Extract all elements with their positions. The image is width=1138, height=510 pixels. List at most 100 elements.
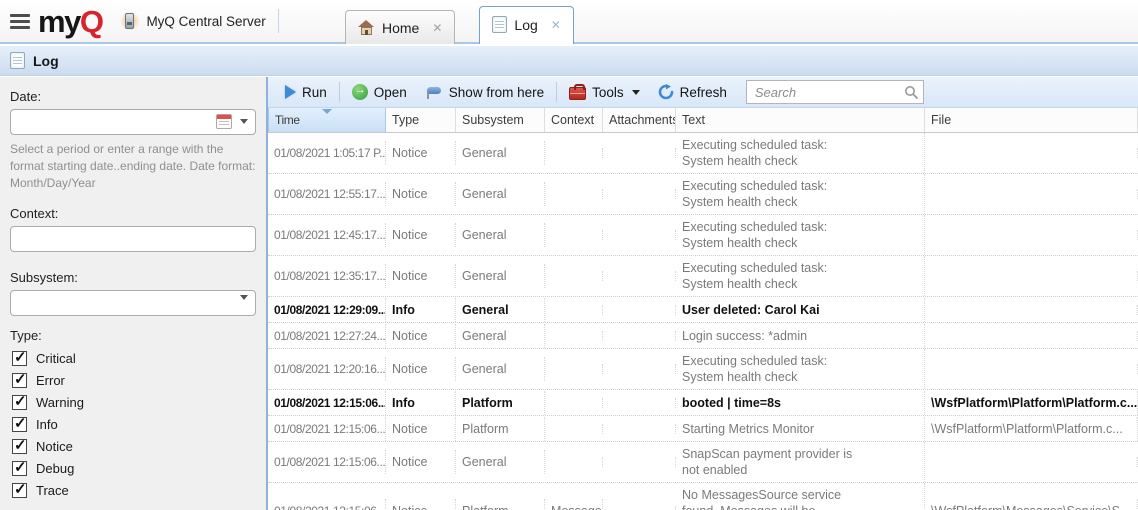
toolbar-separator <box>556 82 557 102</box>
log-row[interactable]: 01/08/2021 12:35:17...NoticeGeneral Execu… <box>268 256 1138 297</box>
cell-type: Notice <box>386 264 456 288</box>
hamburger-menu-icon[interactable] <box>10 14 30 29</box>
checkbox-icon[interactable] <box>12 395 27 410</box>
cell-text: Executing scheduled task: System health … <box>676 256 925 296</box>
log-row[interactable]: 01/08/2021 12:55:17...NoticeGeneralExecu… <box>268 174 1138 215</box>
cell-file: \WsfPlatform\Platform\Platform.c... <box>925 391 1138 415</box>
cell-file <box>925 148 1138 158</box>
context-input[interactable] <box>10 226 256 252</box>
refresh-icon <box>658 84 674 100</box>
column-header-attachments[interactable]: Attachments <box>603 108 676 132</box>
cell-subsystem: General <box>456 264 545 288</box>
cell-time: 01/08/2021 12:55:17... <box>268 182 386 206</box>
tab-home[interactable]: Home <box>345 10 455 44</box>
column-header-text[interactable]: Text <box>676 108 925 132</box>
checkbox-icon[interactable] <box>12 417 27 432</box>
cell-time: 01/08/2021 12:35:17... <box>268 264 386 288</box>
cell-time: 01/08/2021 1:05:17 P... <box>268 141 386 165</box>
toolbar-separator <box>339 82 340 102</box>
cell-subsystem: General <box>456 357 545 381</box>
checkbox-icon[interactable] <box>12 483 27 498</box>
cell-attachments <box>603 424 676 434</box>
type-checkbox[interactable]: Critical <box>12 351 256 366</box>
cell-type: Notice <box>386 499 456 510</box>
topbar-divider <box>278 9 279 33</box>
type-checkbox[interactable]: Warning <box>12 395 256 410</box>
cell-attachments <box>603 506 676 510</box>
type-checkbox[interactable]: Notice <box>12 439 256 454</box>
tab-log[interactable]: Log <box>479 6 573 44</box>
cell-type: Notice <box>386 223 456 247</box>
tools-button-label: Tools <box>592 85 624 100</box>
column-header-label: Type <box>392 113 419 127</box>
subsystem-select[interactable] <box>10 290 256 316</box>
myq-logo: myQ <box>38 6 102 37</box>
table-header-row: Time Type Subsystem Context Attachments Text F… <box>268 108 1138 133</box>
run-button[interactable]: Run <box>276 77 336 107</box>
log-row[interactable]: 01/08/2021 12:15:06...InfoPlatformbooted… <box>268 390 1138 416</box>
log-icon <box>492 16 507 33</box>
log-row[interactable]: 01/08/2021 12:29:09...InfoGeneralUser de… <box>268 297 1138 323</box>
type-checkbox[interactable]: Debug <box>12 461 256 476</box>
close-icon[interactable] <box>551 19 561 31</box>
type-label: Type: <box>10 328 256 343</box>
cell-context <box>545 230 603 240</box>
cell-subsystem: Platform <box>456 417 545 441</box>
column-header-time[interactable]: Time <box>268 108 386 132</box>
log-row[interactable]: 01/08/2021 12:15:06...NoticePlatformMess… <box>268 483 1138 510</box>
log-row[interactable]: 01/08/2021 12:15:06...NoticePlatformStar… <box>268 416 1138 442</box>
column-header-label: Context <box>551 113 594 127</box>
show-from-here-button[interactable]: Show from here <box>416 77 553 107</box>
log-row[interactable]: 01/08/2021 12:15:06...NoticeGeneralSnapS… <box>268 442 1138 483</box>
type-checkbox-label: Warning <box>36 395 84 410</box>
cell-time: 01/08/2021 12:29:09... <box>268 298 386 322</box>
table-body: 01/08/2021 1:05:17 P...NoticeGeneralExec… <box>268 133 1138 510</box>
column-header-type[interactable]: Type <box>386 108 456 132</box>
server-chip: MyQ Central Server <box>120 11 265 31</box>
server-label: MyQ Central Server <box>146 14 265 29</box>
cell-attachments <box>603 271 676 281</box>
log-row[interactable]: 01/08/2021 12:27:24...NoticeGeneralLogin… <box>268 323 1138 349</box>
log-row[interactable]: 01/08/2021 1:05:17 P...NoticeGeneralExec… <box>268 133 1138 174</box>
chevron-down-icon[interactable] <box>240 119 248 124</box>
cell-attachments <box>603 457 676 467</box>
cell-context <box>545 148 603 158</box>
cell-subsystem: Platform <box>456 391 545 415</box>
log-row[interactable]: 01/08/2021 12:45:17...NoticeGeneralExecu… <box>268 215 1138 256</box>
search-input[interactable] <box>746 80 924 104</box>
cell-type: Info <box>386 298 456 322</box>
cell-subsystem: General <box>456 182 545 206</box>
type-checkbox[interactable]: Trace <box>12 483 256 498</box>
sort-desc-icon <box>322 109 332 114</box>
checkbox-icon[interactable] <box>12 373 27 388</box>
cell-type: Notice <box>386 417 456 441</box>
refresh-button[interactable]: Refresh <box>649 77 736 107</box>
calendar-icon[interactable] <box>216 114 232 129</box>
cell-text: booted | time=8s <box>676 391 925 415</box>
checkbox-icon[interactable] <box>12 439 27 454</box>
column-header-label: File <box>931 113 951 127</box>
cell-attachments <box>603 398 676 408</box>
search-icon[interactable] <box>904 85 918 99</box>
column-header-file[interactable]: File <box>925 108 1138 132</box>
type-checkbox[interactable]: Error <box>12 373 256 388</box>
cell-context <box>545 271 603 281</box>
log-row[interactable]: 01/08/2021 12:20:16...NoticeGeneralExecu… <box>268 349 1138 390</box>
column-header-context[interactable]: Context <box>545 108 603 132</box>
type-checkbox[interactable]: Info <box>12 417 256 432</box>
column-header-label: Text <box>682 113 705 127</box>
type-checkbox-label: Critical <box>36 351 76 366</box>
chevron-down-icon[interactable] <box>240 295 248 300</box>
checkbox-icon[interactable] <box>12 351 27 366</box>
server-icon <box>120 11 140 31</box>
type-checkbox-label: Trace <box>36 483 69 498</box>
tools-button[interactable]: Tools <box>560 77 649 107</box>
cell-file: \WsfPlatform\Platform\Platform.c... <box>925 417 1138 441</box>
home-icon <box>358 20 375 36</box>
cell-subsystem: General <box>456 450 545 474</box>
column-header-subsystem[interactable]: Subsystem <box>456 108 545 132</box>
flag-icon <box>425 85 443 99</box>
checkbox-icon[interactable] <box>12 461 27 476</box>
open-button[interactable]: Open <box>343 77 416 107</box>
close-icon[interactable] <box>432 22 442 34</box>
